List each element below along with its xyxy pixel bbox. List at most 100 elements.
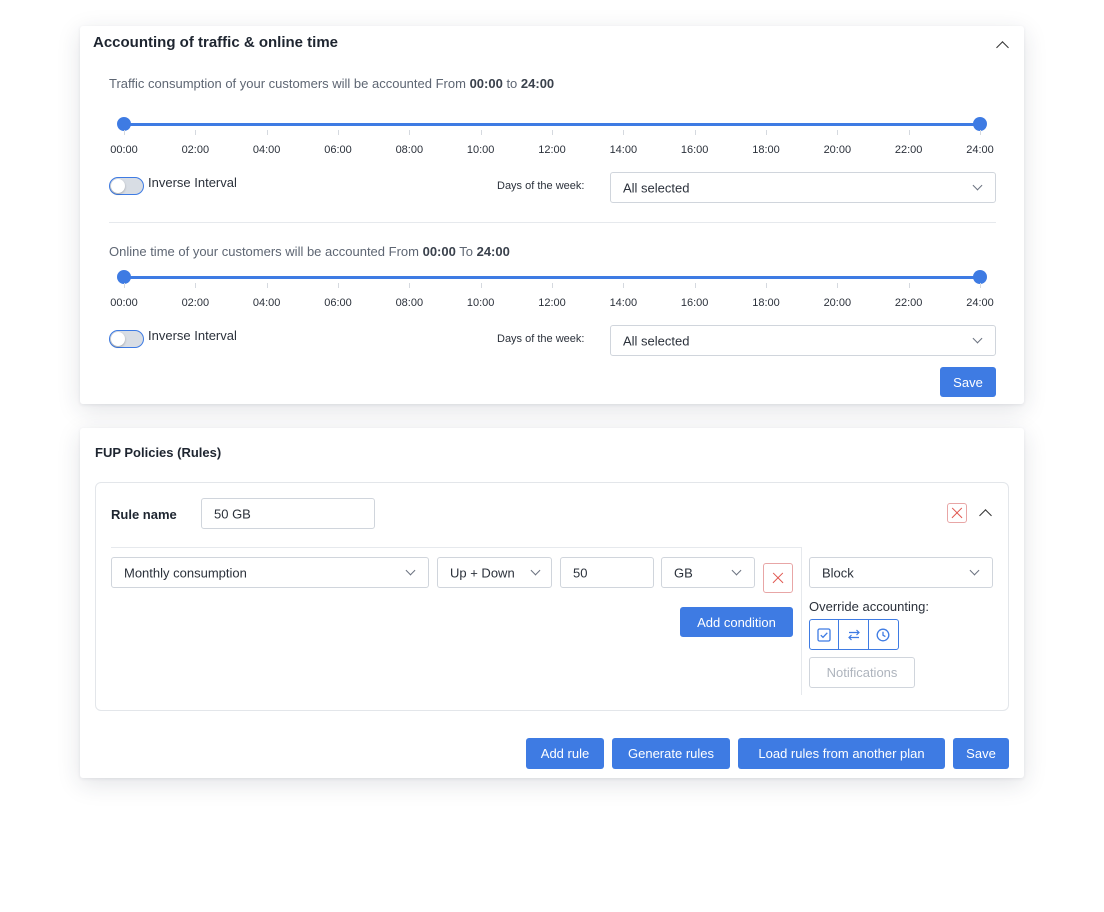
rule-action-select[interactable]: Block xyxy=(809,557,993,588)
online-days-value: All selected xyxy=(623,333,690,348)
toggle-knob xyxy=(111,332,125,346)
tick-label: 22:00 xyxy=(894,297,923,309)
tick-mark xyxy=(124,283,125,288)
chevron-down-icon xyxy=(530,565,541,576)
transfer-arrows-icon xyxy=(847,629,860,640)
tick-mark xyxy=(480,130,482,135)
toggle-knob xyxy=(111,179,125,193)
tick-label: 10:00 xyxy=(466,297,495,309)
rule-name-value: 50 GB xyxy=(214,506,251,521)
add-condition-button[interactable]: Add condition xyxy=(680,607,793,637)
online-connector: To xyxy=(459,244,473,259)
slider-track xyxy=(124,123,980,126)
tick-label: 20:00 xyxy=(823,144,852,156)
load-rules-button[interactable]: Load rules from another plan xyxy=(738,738,945,769)
accounting-save-button[interactable]: Save xyxy=(940,367,996,397)
tick-label: 02:00 xyxy=(181,297,210,309)
traffic-inverse-toggle[interactable] xyxy=(109,177,144,195)
tick-mark xyxy=(766,283,767,288)
override-direction-toggle[interactable] xyxy=(839,620,869,649)
condition-unit-select[interactable]: GB xyxy=(661,557,755,588)
condition-amount-input[interactable]: 50 xyxy=(560,557,654,588)
tick-label: 04:00 xyxy=(252,144,281,156)
tick-label: 06:00 xyxy=(324,144,352,156)
chevron-up-icon xyxy=(996,41,1009,54)
chevron-down-icon xyxy=(969,565,980,576)
chevron-down-icon xyxy=(972,180,983,191)
tick-mark xyxy=(552,283,553,288)
tick-mark xyxy=(195,283,197,288)
rule-action-value: Block xyxy=(822,565,854,580)
fup-save-button[interactable]: Save xyxy=(953,738,1009,769)
tick-mark xyxy=(908,283,910,288)
tick-mark xyxy=(623,283,625,288)
tick-mark xyxy=(124,130,125,135)
slider-end-handle[interactable] xyxy=(973,270,987,284)
online-days-select[interactable]: All selected xyxy=(610,325,996,356)
delete-rule-button[interactable] xyxy=(947,503,967,523)
condition-amount-value: 50 xyxy=(573,565,588,580)
collapse-rule-button[interactable] xyxy=(976,503,996,523)
collapse-accounting-button[interactable] xyxy=(993,35,1013,55)
tick-mark xyxy=(409,130,411,135)
tick-label: 18:00 xyxy=(752,144,780,156)
condition-direction-select[interactable]: Up + Down xyxy=(437,557,552,588)
tick-label: 08:00 xyxy=(395,297,424,309)
rule-vertical-divider xyxy=(801,547,802,695)
tick-mark xyxy=(694,130,696,135)
chevron-up-icon xyxy=(979,509,992,522)
delete-condition-button[interactable] xyxy=(763,563,793,593)
add-rule-button[interactable]: Add rule xyxy=(526,738,604,769)
online-to: 24:00 xyxy=(476,244,510,259)
clock-icon xyxy=(876,628,890,641)
traffic-time-ticks: 00:00 02:00 04:00 06:00 08:00 10:00 12:00 14:00… xyxy=(110,130,994,160)
tick-label: 00:00 xyxy=(110,297,138,309)
traffic-from: 00:00 xyxy=(469,76,503,91)
chevron-down-icon xyxy=(731,565,742,576)
tick-label: 14:00 xyxy=(609,297,638,309)
condition-metric-select[interactable]: Monthly consumption xyxy=(111,557,429,588)
notifications-button[interactable]: Notifications xyxy=(809,657,915,688)
traffic-days-select[interactable]: All selected xyxy=(610,172,996,203)
tick-label: 20:00 xyxy=(823,297,852,309)
online-inverse-label: Inverse Interval xyxy=(148,328,237,343)
override-traffic-toggle[interactable] xyxy=(810,620,840,649)
traffic-connector: to xyxy=(506,76,518,91)
tick-mark xyxy=(837,130,839,135)
tick-mark xyxy=(552,130,553,135)
rule-name-input[interactable]: 50 GB xyxy=(201,498,375,529)
tick-label: 24:00 xyxy=(966,144,994,156)
rule-divider xyxy=(111,547,801,548)
online-from: 00:00 xyxy=(422,244,456,259)
online-desc-prefix: Online time of your customers will be ac… xyxy=(109,244,419,259)
traffic-to: 24:00 xyxy=(520,76,555,91)
tick-mark xyxy=(837,283,839,288)
rule-name-label: Rule name xyxy=(111,507,177,522)
condition-unit-value: GB xyxy=(674,565,693,580)
tick-label: 16:00 xyxy=(680,297,709,309)
generate-rules-button[interactable]: Generate rules xyxy=(612,738,730,769)
accounting-title: Accounting of traffic & online time xyxy=(93,34,339,51)
online-inverse-toggle[interactable] xyxy=(109,330,144,348)
tick-mark xyxy=(480,283,482,288)
tick-mark xyxy=(980,130,981,135)
fup-card: FUP Policies (Rules) Rule name 50 GB Mon… xyxy=(80,428,1024,778)
override-time-toggle[interactable] xyxy=(869,620,898,649)
tick-label: 08:00 xyxy=(395,144,424,156)
checkbox-icon xyxy=(817,627,831,642)
slider-end-handle[interactable] xyxy=(973,117,987,131)
chevron-down-icon xyxy=(405,565,416,576)
tick-mark xyxy=(338,130,339,135)
traffic-desc-prefix: Traffic consumption of your customers wi… xyxy=(109,76,466,91)
slider-start-handle[interactable] xyxy=(117,117,131,131)
tick-mark xyxy=(266,130,268,135)
slider-start-handle[interactable] xyxy=(117,270,131,284)
online-description: Online time of your customers will be ac… xyxy=(109,244,510,259)
tick-mark xyxy=(623,130,625,135)
tick-mark xyxy=(266,283,268,288)
tick-label: 02:00 xyxy=(181,144,210,156)
traffic-days-value: All selected xyxy=(623,180,690,195)
tick-mark xyxy=(694,283,696,288)
fup-title: FUP Policies (Rules) xyxy=(95,445,222,460)
online-time-ticks: 00:00 02:00 04:00 06:00 08:00 10:00 12:00 14:00… xyxy=(110,283,994,313)
